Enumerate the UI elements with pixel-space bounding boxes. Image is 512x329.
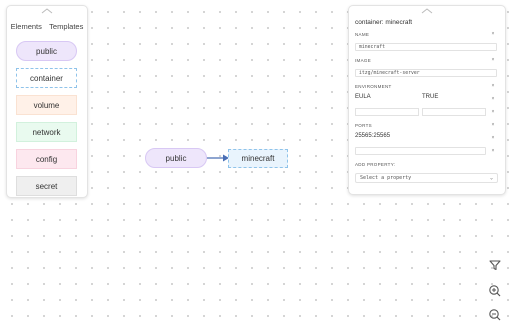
remove-port-input-button[interactable]: ×: [489, 147, 497, 155]
zoom-out-button[interactable]: [486, 306, 504, 324]
panel-title: container: minecraft: [355, 19, 413, 26]
name-label: NAME: [355, 32, 370, 37]
palette-item-config[interactable]: config: [16, 149, 77, 169]
remove-ports-button[interactable]: ×: [489, 121, 497, 129]
chevron-down-icon: ⌄: [489, 175, 493, 181]
env-value[interactable]: TRUE: [422, 94, 438, 100]
port-value[interactable]: 25565:25565: [355, 133, 390, 139]
remove-environment-button[interactable]: ×: [489, 82, 497, 90]
zoom-out-icon: [489, 309, 501, 321]
zoom-in-icon: [489, 285, 501, 297]
env-key-input[interactable]: [355, 108, 419, 116]
select-placeholder: Select a property: [360, 175, 412, 181]
zoom-in-button[interactable]: [486, 282, 504, 300]
remove-image-button[interactable]: ×: [489, 56, 497, 64]
remove-env-input-button[interactable]: ×: [489, 108, 497, 116]
name-field[interactable]: minecraft: [355, 43, 497, 51]
properties-panel: container: minecraft NAME × minecraft IM…: [348, 5, 506, 195]
elements-palette: Elements Templates public container volu…: [6, 5, 88, 198]
image-label: IMAGE: [355, 58, 372, 63]
add-property-select[interactable]: Select a property ⌄: [355, 173, 498, 183]
ports-label: PORTS: [355, 123, 372, 128]
canvas-node-minecraft[interactable]: minecraft: [228, 149, 288, 168]
canvas-node-public[interactable]: public: [145, 148, 207, 168]
remove-name-button[interactable]: ×: [489, 30, 497, 38]
tab-elements[interactable]: Elements: [11, 22, 42, 31]
palette-item-public[interactable]: public: [16, 41, 77, 61]
chevron-up-icon[interactable]: [421, 8, 433, 14]
palette-item-secret[interactable]: secret: [16, 176, 77, 196]
remove-port-row-button[interactable]: ×: [489, 134, 497, 142]
env-value-input[interactable]: [422, 108, 486, 116]
palette-item-container[interactable]: container: [16, 68, 77, 88]
remove-env-row-button[interactable]: ×: [489, 95, 497, 103]
image-field[interactable]: itzg/minecraft-server: [355, 69, 497, 77]
palette-item-volume[interactable]: volume: [16, 95, 77, 115]
add-property-label: ADD PROPERTY:: [355, 162, 396, 167]
environment-label: ENVIRONMENT: [355, 84, 392, 89]
filter-button[interactable]: [486, 256, 504, 274]
chevron-up-icon[interactable]: [41, 8, 53, 14]
tab-templates[interactable]: Templates: [49, 22, 83, 31]
filter-icon: [489, 260, 501, 271]
env-key[interactable]: EULA: [355, 94, 371, 100]
port-input[interactable]: [355, 147, 486, 155]
palette-item-network[interactable]: network: [16, 122, 77, 142]
